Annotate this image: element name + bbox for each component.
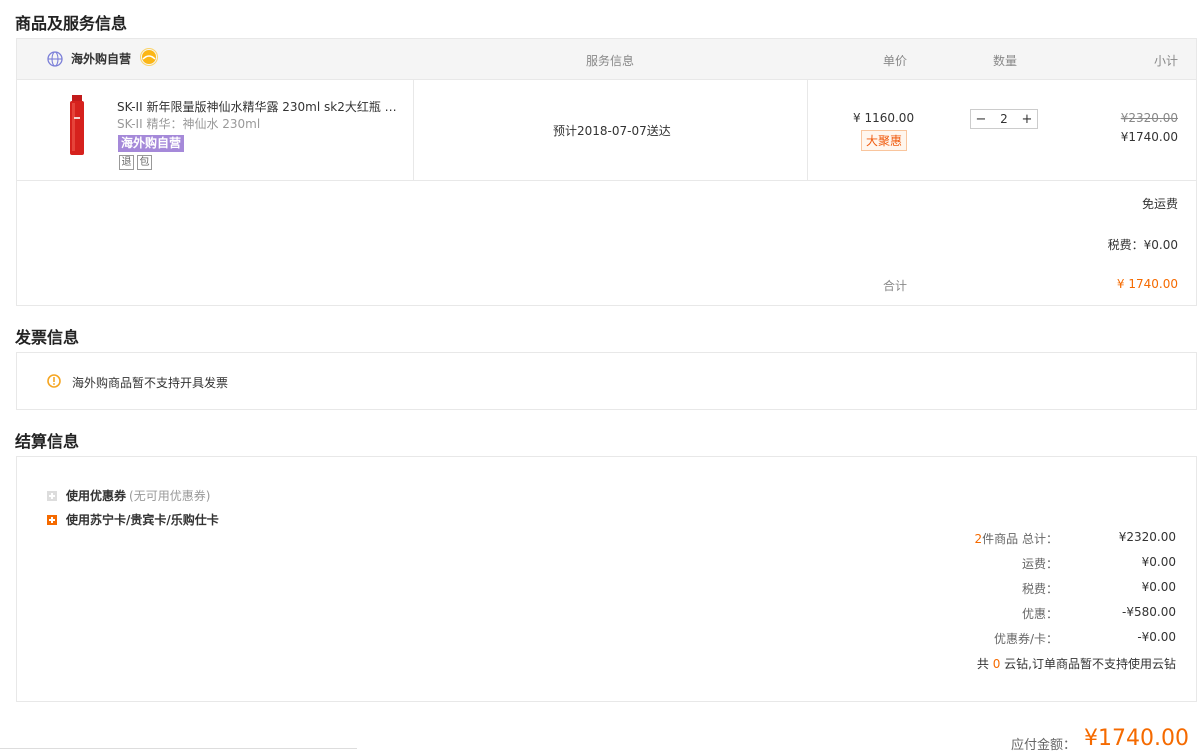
item-count-suffix: 件商品 总计： xyxy=(982,532,1058,546)
tax-value: ¥0.00 xyxy=(1141,580,1176,594)
invoice-section-title: 发票信息 xyxy=(15,328,80,347)
discount-value: -¥580.00 xyxy=(1122,605,1176,619)
shop-name[interactable]: 海外购自营 xyxy=(47,47,159,67)
settlement-box: 使用优惠券 (无可用优惠券) 使用苏宁卡/贵宾卡/乐购仕卡 2件商品 总计： ¥… xyxy=(16,456,1197,702)
footer-divider xyxy=(0,748,357,749)
shipping-fee: 免运费 xyxy=(1141,197,1178,211)
expand-plus-icon[interactable] xyxy=(47,490,57,501)
header-subtotal: 小计 xyxy=(1153,54,1178,68)
cloud-count: 0 xyxy=(992,657,1001,671)
goods-table: 海外购自营 服务信息 单价 数量 小计 SK-II 新年限量版神仙水精华露 23… xyxy=(16,38,1197,306)
shop-label: 海外购自营 xyxy=(71,52,132,66)
card-option[interactable]: 使用苏宁卡/贵宾卡/乐购仕卡 xyxy=(47,511,219,528)
total-label: 合计 xyxy=(883,279,908,293)
expand-plus-icon[interactable] xyxy=(47,514,57,525)
payable-amount: ¥1740.00 xyxy=(1084,726,1189,751)
invoice-box: 海外购商品暂不支持开具发票 xyxy=(16,352,1197,410)
return-service-icon[interactable]: 退 xyxy=(119,155,134,170)
self-operated-tag: 海外购自营 xyxy=(118,135,185,152)
column-divider xyxy=(807,80,808,180)
goods-table-header: 海外购自营 服务信息 单价 数量 小计 xyxy=(17,39,1196,80)
header-unit-price: 单价 xyxy=(883,54,908,68)
item-subtotal: ¥1740.00 xyxy=(1120,130,1178,144)
tax-label: 税费： xyxy=(1021,582,1058,596)
item-count-label: 2件商品 总计： xyxy=(918,530,1058,547)
coupon-card-value: -¥0.00 xyxy=(1137,630,1176,644)
freight-value: ¥0.00 xyxy=(1141,555,1176,569)
freight-label: 运费： xyxy=(1021,557,1058,571)
cloud-suffix: 云钻,订单商品暂不支持使用云钻 xyxy=(1004,657,1176,671)
promo-badge: 大聚惠 xyxy=(861,130,908,151)
warning-icon xyxy=(47,374,61,388)
card-label: 使用苏宁卡/贵宾卡/乐购仕卡 xyxy=(66,513,219,527)
increase-button[interactable]: + xyxy=(1017,112,1037,127)
goods-section-title: 商品及服务信息 xyxy=(15,14,128,33)
header-quantity: 数量 xyxy=(993,54,1018,68)
coupon-label: 使用优惠券 xyxy=(66,489,127,503)
cloud-prefix: 共 xyxy=(976,657,989,671)
product-spec: SK-II 精华：神仙水 230ml xyxy=(117,117,261,131)
cloud-diamond-note: 共 0 云钻,订单商品暂不支持使用云钻 xyxy=(977,655,1176,672)
sun-badge-icon xyxy=(140,47,159,66)
original-subtotal: ¥2320.00 xyxy=(1120,111,1178,125)
delivery-estimate: 预计2018-07-07送达 xyxy=(553,124,671,138)
product-image[interactable] xyxy=(69,95,85,155)
coupon-card-label: 优惠券/卡： xyxy=(993,632,1058,646)
unit-price: ¥ 1160.00 xyxy=(853,111,915,125)
quantity-stepper: − 2 + xyxy=(970,109,1038,129)
discount-label: 优惠： xyxy=(1021,607,1058,621)
settlement-section-title: 结算信息 xyxy=(15,432,80,451)
column-divider xyxy=(413,80,414,180)
invoice-notice: 海外购商品暂不支持开具发票 xyxy=(72,376,229,390)
payable-label: 应付金额： xyxy=(1011,738,1077,753)
tax-fee: 税费：¥0.00 xyxy=(1107,238,1178,252)
globe-icon xyxy=(47,50,63,67)
decrease-button[interactable]: − xyxy=(971,112,991,127)
summary-total: ¥2320.00 xyxy=(1118,530,1176,544)
package-service-icon[interactable]: 包 xyxy=(137,155,152,170)
coupon-note: (无可用优惠券) xyxy=(129,489,211,503)
goods-row: SK-II 新年限量版神仙水精华露 230ml sk2大红瓶 保湿补水 精华液 … xyxy=(17,80,1196,181)
header-service: 服务信息 xyxy=(586,54,635,68)
total-value: ¥ 1740.00 xyxy=(1116,277,1178,291)
product-name[interactable]: SK-II 新年限量版神仙水精华露 230ml sk2大红瓶 保湿补水 精华液 xyxy=(117,98,405,115)
coupon-option[interactable]: 使用优惠券 (无可用优惠券) xyxy=(47,487,210,504)
quantity-value[interactable]: 2 xyxy=(994,112,1014,126)
